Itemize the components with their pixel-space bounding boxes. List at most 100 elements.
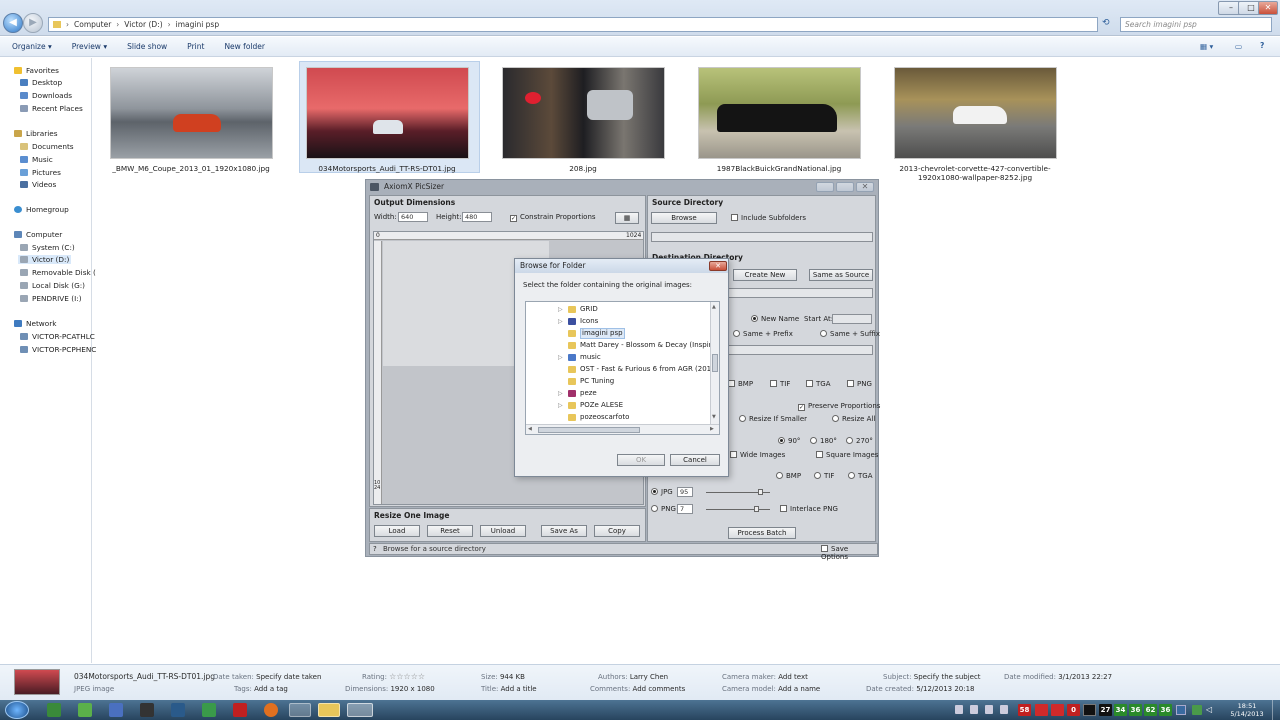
nav-libraries[interactable]: Libraries [14, 129, 58, 138]
date-taken-value[interactable]: Specify date taken [256, 673, 321, 681]
show-desktop-button[interactable] [1272, 700, 1280, 720]
nav-desktop[interactable]: Desktop [20, 78, 62, 87]
folder-tree[interactable]: ▷ GRID ▷ Icons imagini psp Matt Darey - Bl… [525, 301, 720, 435]
breadcrumb-drive[interactable]: Victor (D:) [124, 20, 162, 29]
nav-drive-c[interactable]: System (C:) [20, 243, 75, 252]
reset-button[interactable]: Reset [427, 525, 473, 537]
nav-pictures[interactable]: Pictures [20, 168, 61, 177]
cancel-button[interactable]: Cancel [670, 454, 720, 466]
subject-value[interactable]: Specify the subject [914, 673, 981, 681]
file-thumbnail[interactable] [306, 67, 469, 159]
tags-value[interactable]: Add a tag [254, 685, 288, 693]
maximize-button[interactable] [836, 182, 854, 192]
title-value[interactable]: Add a title [501, 685, 537, 693]
scroll-right-icon[interactable]: ▶ [710, 426, 714, 432]
tray-counter[interactable]: 58 [1018, 704, 1031, 716]
clock[interactable]: 18:51 5/14/2013 [1225, 702, 1269, 718]
start-at-input[interactable] [832, 314, 872, 324]
taskbar-app-icon[interactable] [202, 703, 216, 717]
rotate-90-radio[interactable]: 90° [778, 437, 800, 445]
png-level-input[interactable]: 7 [677, 504, 693, 514]
preserve-proportions-checkbox[interactable]: ✓ Preserve Proportions [798, 402, 880, 411]
scroll-left-icon[interactable]: ◀ [528, 426, 532, 432]
tray-counter[interactable]: 34 [1114, 704, 1127, 716]
back-icon[interactable]: ◀ [3, 13, 23, 33]
taskbar-app-icon[interactable] [140, 703, 154, 717]
taskbar-app-icon[interactable] [47, 703, 61, 717]
camera-maker-value[interactable]: Add text [778, 673, 808, 681]
start-button[interactable] [5, 701, 29, 719]
address-field[interactable]: › Computer › Victor (D:) › imagini psp [48, 17, 1098, 32]
scroll-thumb[interactable] [538, 427, 640, 433]
taskbar-app-icon[interactable] [171, 703, 185, 717]
file-name[interactable]: 034Motorsports_Audi_TT-RS-DT01.jpg [292, 164, 482, 173]
rotate-180-radio[interactable]: 180° [810, 437, 837, 445]
print-button[interactable]: Print [187, 42, 204, 51]
tray-icon[interactable] [1035, 704, 1048, 716]
picsizer-taskbar-icon[interactable] [347, 703, 373, 717]
tree-item[interactable]: OST - Fast & Furious 6 from AGR (2013) [526, 364, 718, 375]
tray-icon[interactable] [970, 705, 978, 714]
breadcrumb-folder[interactable]: imagini psp [176, 20, 219, 29]
taskbar-app-icon[interactable] [78, 703, 92, 717]
preview-button[interactable]: Preview ▾ [72, 42, 107, 51]
help-icon[interactable]: ? [373, 545, 377, 553]
slider-thumb[interactable] [754, 506, 759, 512]
unload-button[interactable]: Unload [480, 525, 526, 537]
output-bmp-radio[interactable]: BMP [776, 472, 801, 480]
ok-button[interactable]: OK [617, 454, 665, 466]
vertical-scrollbar[interactable]: ▲ ▼ [710, 302, 719, 424]
tray-counter[interactable]: 62 [1144, 704, 1157, 716]
close-button[interactable]: ✕ [709, 261, 727, 271]
rating-stars[interactable]: ☆☆☆☆☆ [389, 672, 425, 681]
output-png-radio[interactable]: PNG [651, 505, 676, 513]
expand-icon[interactable]: ▷ [558, 316, 563, 327]
scroll-up-icon[interactable]: ▲ [712, 304, 716, 310]
tree-item[interactable]: Matt Darey - Blossom & Decay (Inspiron [526, 340, 719, 351]
close-button[interactable]: ✕ [856, 182, 874, 192]
nav-drive-i[interactable]: PENDRIVE (I:) [20, 294, 82, 303]
browse-button[interactable]: Browse [651, 212, 717, 224]
save-options-checkbox[interactable]: Save Options [821, 545, 877, 561]
output-jpg-radio[interactable]: JPG [651, 488, 673, 496]
expand-icon[interactable]: ▷ [558, 388, 563, 399]
file-thumbnail[interactable] [502, 67, 665, 159]
forward-icon[interactable]: ▶ [23, 13, 43, 33]
file-name[interactable]: 208.jpg [488, 164, 678, 173]
search-input[interactable]: Search imagini psp [1120, 17, 1272, 32]
tray-counter[interactable]: 27 [1099, 704, 1112, 716]
minimize-button[interactable] [816, 182, 834, 192]
square-images-checkbox[interactable]: Square Images [816, 451, 878, 459]
tray-icon[interactable] [955, 705, 963, 714]
slider-thumb[interactable] [758, 489, 763, 495]
close-button[interactable]: ✕ [1258, 1, 1278, 15]
nav-favorites[interactable]: Favorites [14, 66, 59, 75]
interlace-png-checkbox[interactable]: Interlace PNG [780, 505, 838, 513]
same-as-source-button[interactable]: Same as Source [809, 269, 873, 281]
resize-all-radio[interactable]: Resize All [832, 415, 875, 423]
format-tga-checkbox[interactable]: TGA [806, 380, 831, 388]
lock-button[interactable]: ▦ [615, 212, 639, 224]
constrain-proportions-checkbox[interactable]: ✓ Constrain Proportions [510, 213, 596, 222]
horizontal-scrollbar[interactable]: ◀ ▶ [526, 424, 719, 434]
nav-drive-g[interactable]: Local Disk (G:) [20, 281, 85, 290]
tray-counter[interactable]: 0 [1067, 704, 1080, 716]
browser-icon[interactable] [264, 703, 278, 717]
tree-item[interactable]: pozeoscarfoto [526, 412, 711, 423]
wide-images-checkbox[interactable]: Wide Images [730, 451, 785, 459]
file-name[interactable]: _BMW_M6_Coupe_2013_01_1920x1080.jpg [96, 164, 286, 173]
format-tif-checkbox[interactable]: TIF [770, 380, 790, 388]
nav-documents[interactable]: Documents [20, 142, 74, 151]
source-path-field[interactable] [651, 232, 873, 242]
load-button[interactable]: Load [374, 525, 420, 537]
tree-item[interactable]: ▷ POZe ALESE [526, 400, 711, 411]
camera-model-value[interactable]: Add a name [778, 685, 820, 693]
copy-button[interactable]: Copy [594, 525, 640, 537]
nav-videos[interactable]: Videos [20, 180, 56, 189]
view-icon[interactable]: ▦ ▾ [1200, 42, 1213, 51]
taskbar-app-icon[interactable] [233, 703, 247, 717]
tray-counter[interactable]: 36 [1159, 704, 1172, 716]
expand-icon[interactable]: ▷ [558, 304, 563, 315]
include-subfolders-checkbox[interactable]: Include Subfolders [731, 214, 806, 222]
tree-item[interactable]: ▷ music [526, 352, 711, 363]
